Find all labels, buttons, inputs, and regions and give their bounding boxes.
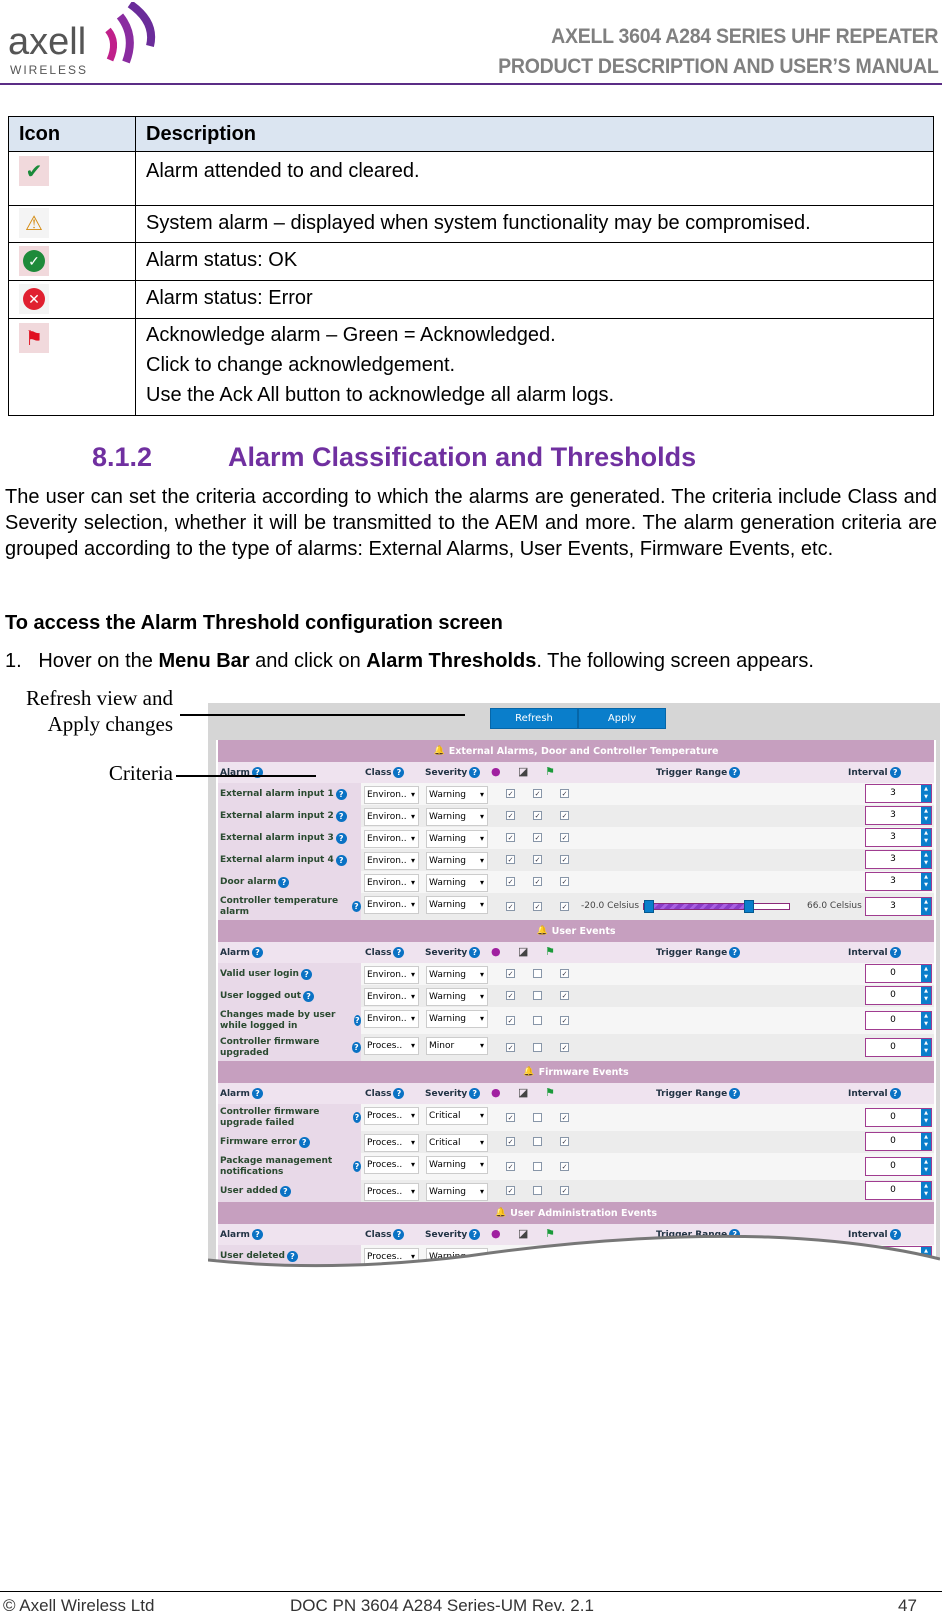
section-title: Alarm Classification and Thresholds — [228, 442, 697, 472]
col-description: Description — [135, 116, 934, 152]
desc: Alarm attended to and cleared. — [146, 160, 420, 182]
page-number: 47 — [898, 1596, 917, 1615]
alarm-cleared-icon: ✔ — [19, 156, 49, 186]
system-alarm-icon: ⚠ — [19, 208, 49, 238]
header-title-line2: PRODUCT DESCRIPTION AND USER’S MANUAL — [497, 55, 939, 78]
footer-copyright: © Axell Wireless Ltd — [3, 1596, 155, 1615]
acknowledge-flag-icon: ⚑ — [19, 323, 49, 353]
section-number: 8.1.2 — [92, 442, 153, 472]
desc: Click to change acknowledgement. — [146, 354, 456, 376]
header-divider — [0, 83, 942, 85]
desc: Alarm status: Error — [146, 287, 313, 309]
svg-text:axell: axell — [8, 21, 86, 63]
svg-text:WIRELESS: WIRELESS — [10, 63, 88, 77]
step-text: Hover on the — [38, 650, 159, 672]
torn-edge — [208, 1234, 940, 1295]
desc: Use the Ack All button to acknowledge al… — [146, 384, 615, 406]
step-text: and click on — [249, 650, 367, 672]
menu-bar-ref: Menu Bar — [158, 650, 250, 672]
icon-table: Icon Description ✔ Alarm attended to and c… — [8, 116, 934, 416]
callout-line-refresh — [180, 714, 465, 716]
desc: System alarm – displayed when system fun… — [146, 212, 811, 234]
alarm-thresholds-ref: Alarm Thresholds — [366, 650, 537, 672]
step-text: . The following screen appears. — [536, 650, 814, 672]
step-number: 1. — [5, 650, 22, 672]
callout-line-criteria — [176, 775, 316, 777]
procedure-heading: To access the Alarm Threshold configurat… — [5, 612, 503, 634]
axell-logo: axell WIRELESS — [8, 2, 155, 77]
status-ok-icon: ✓ — [19, 246, 49, 276]
desc: Alarm status: OK — [146, 249, 298, 271]
footer-doc-number: DOC PN 3604 A284 Series-UM Rev. 2.1 — [290, 1596, 594, 1615]
status-error-icon: ✕ — [19, 284, 49, 314]
intro-paragraph: The user can set the criteria according … — [5, 486, 937, 560]
desc: Acknowledge alarm – Green = Acknowledged… — [146, 324, 556, 346]
alarm-thresholds-screenshot: Refresh Apply 🔔 External Alarms, Door and… — [208, 703, 940, 1295]
callout-refresh-line2: Apply changes — [47, 712, 173, 736]
callout-criteria: Criteria — [108, 761, 173, 785]
col-icon: Icon — [8, 116, 136, 152]
footer-divider — [0, 1591, 942, 1592]
callout-refresh-line1: Refresh view and — [26, 686, 173, 710]
step-1: 1. Hover on the Menu Bar and click on Al… — [5, 650, 814, 673]
header-title-line1: AXELL 3604 A284 SERIES UHF REPEATER — [550, 25, 938, 48]
